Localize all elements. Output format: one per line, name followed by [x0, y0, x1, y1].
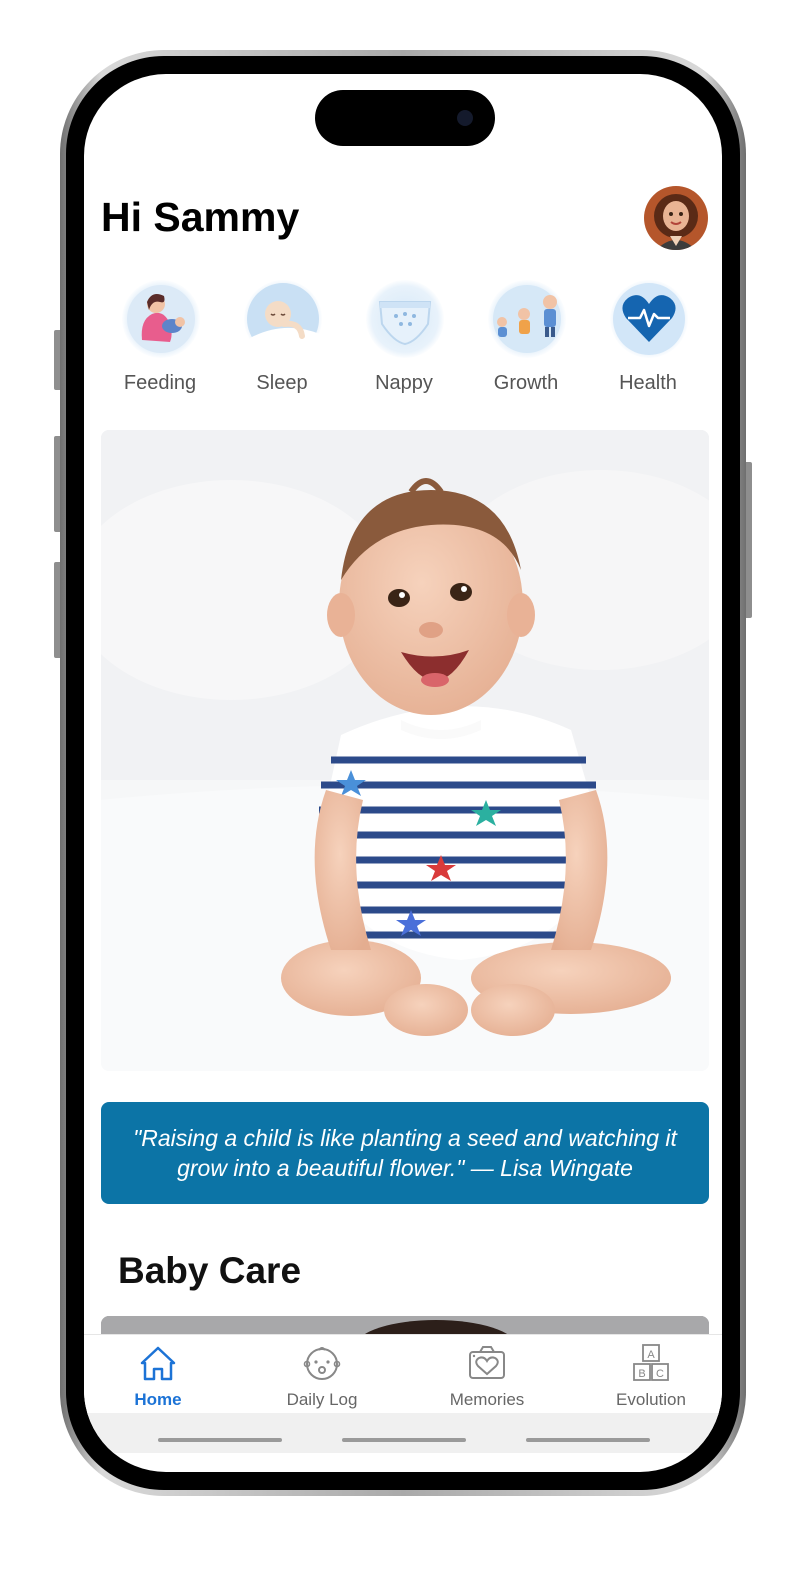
tab-home[interactable]: Home: [84, 1335, 238, 1413]
category-label: Health: [619, 372, 677, 394]
nav-handle[interactable]: [342, 1438, 466, 1442]
feeding-icon: [122, 280, 200, 358]
category-label: Nappy: [375, 372, 433, 394]
tab-evolution[interactable]: A B C Evolution: [571, 1335, 722, 1413]
category-growth[interactable]: Growth: [471, 280, 581, 400]
bottom-tab-bar: Home Daily Log Memories A B C Evolution: [84, 1334, 722, 1413]
smiling-baby-photo: [101, 430, 709, 1071]
baby-face-icon: [303, 1347, 341, 1380]
tab-memories[interactable]: Memories: [407, 1335, 567, 1413]
user-avatar-icon[interactable]: [644, 186, 708, 250]
tab-label: Evolution: [616, 1390, 686, 1409]
home-icon: [140, 1346, 176, 1381]
tab-label: Memories: [449, 1390, 525, 1409]
abc-blocks-icon: A B C: [633, 1344, 669, 1381]
nav-handle[interactable]: [158, 1438, 282, 1442]
baby-care-title: Baby Care: [118, 1250, 302, 1291]
system-nav-bar: [84, 1413, 722, 1453]
category-sleep[interactable]: Sleep: [227, 280, 337, 400]
camera-heart-icon: [469, 1346, 505, 1379]
tab-label: Daily Log: [286, 1390, 358, 1409]
phone-screen: Hi Sammy Feeding Sleep Nappy Growth Heal…: [84, 74, 722, 1472]
category-health[interactable]: Health: [593, 280, 703, 400]
category-label: Sleep: [256, 372, 308, 394]
nav-handle[interactable]: [526, 1438, 650, 1442]
heart-pulse-icon: [610, 280, 688, 358]
svg-text:C: C: [656, 1368, 664, 1380]
tab-label: Home: [134, 1390, 182, 1409]
nappy-icon: [366, 280, 444, 358]
tab-daily-log[interactable]: Daily Log: [242, 1335, 402, 1413]
dynamic-island: [315, 90, 495, 146]
category-row: Feeding Sleep Nappy Growth Health: [101, 280, 707, 400]
category-label: Growth: [493, 372, 559, 394]
category-feeding[interactable]: Feeding: [105, 280, 215, 400]
category-label: Feeding: [123, 372, 197, 394]
svg-text:A: A: [647, 1349, 655, 1361]
svg-text:B: B: [638, 1368, 645, 1380]
quote-banner: "Raising a child is like planting a seed…: [101, 1102, 709, 1204]
category-nappy[interactable]: Nappy: [349, 280, 459, 400]
growth-icon: [488, 280, 566, 358]
greeting-title: Hi Sammy: [101, 194, 300, 240]
sleep-icon: [244, 280, 322, 358]
